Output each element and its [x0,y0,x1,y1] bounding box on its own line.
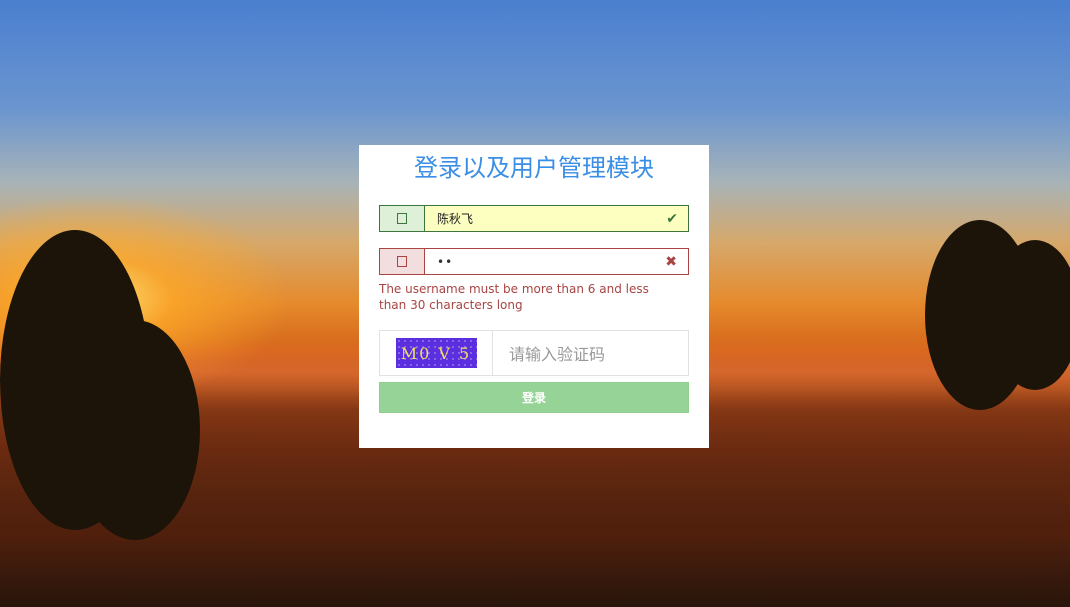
user-icon [380,206,425,231]
captcha-image[interactable]: M0 V 5 [395,338,477,368]
tree-silhouette-right-2 [990,240,1070,390]
username-value: 陈秋飞 [437,212,474,226]
password-field-group: •• ✖ [379,248,689,275]
username-input[interactable]: 陈秋飞 ✔ [425,206,688,231]
login-card: 登录以及用户管理模块 陈秋飞 ✔ •• ✖ The username must … [359,145,709,448]
close-icon: ✖ [665,253,678,270]
login-button[interactable]: 登录 [379,382,689,413]
captcha-group: M0 V 5 请输入验证码 [379,330,689,376]
password-value: •• [437,254,454,269]
lock-icon [380,249,425,274]
tree-silhouette-left-2 [70,320,200,540]
captcha-input[interactable]: 请输入验证码 [492,330,689,376]
password-input[interactable]: •• ✖ [425,249,688,274]
check-icon: ✔ [666,210,678,227]
page-title: 登录以及用户管理模块 [414,154,654,182]
password-error-message: The username must be more than 6 and les… [379,282,649,312]
captcha-image-box[interactable]: M0 V 5 [379,330,492,376]
username-field-group: 陈秋飞 ✔ [379,205,689,232]
